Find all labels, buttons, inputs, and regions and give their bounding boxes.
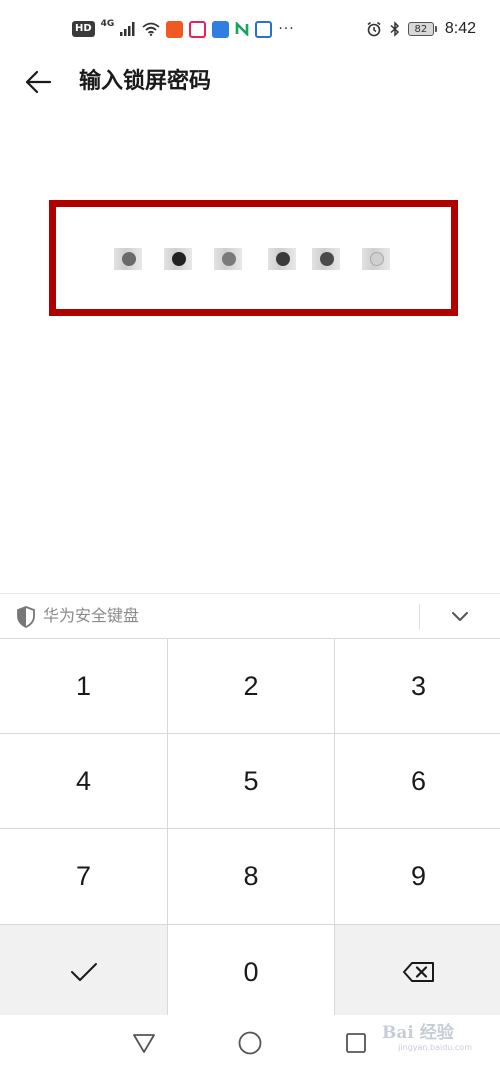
key-6[interactable]: 6 <box>335 734 500 828</box>
network-type: 4G <box>100 19 115 29</box>
check-icon <box>70 963 97 981</box>
status-right: 82 8:42 <box>366 19 476 39</box>
nav-home-button[interactable] <box>236 1029 264 1057</box>
app-icon-orange <box>166 20 184 38</box>
key-4[interactable]: 4 <box>0 734 167 828</box>
watermark-url: jingyan.baidu.com <box>398 1043 472 1052</box>
keyboard-title: 华为安全键盘 <box>43 606 140 625</box>
battery-tip <box>434 26 437 32</box>
system-nav-bar: Bai 经验 jingyan.baidu.com <box>0 1015 500 1069</box>
numeric-keypad: 1 2 3 4 5 6 7 8 9 0 <box>0 638 500 1019</box>
more-notifications: ··· <box>278 21 295 37</box>
nav-back-button[interactable] <box>130 1029 158 1057</box>
app-icon-red <box>189 20 207 38</box>
triangle-back-icon <box>133 1034 155 1053</box>
back-button[interactable] <box>20 64 56 100</box>
pin-dots <box>56 207 451 309</box>
key-5[interactable]: 5 <box>168 734 334 828</box>
app-header: 输入锁屏密码 <box>0 58 500 106</box>
app-icon-blue <box>212 20 230 38</box>
wifi-icon <box>142 22 160 36</box>
watermark-logo: Bai 经验 <box>382 1023 454 1043</box>
battery-level: 82 <box>407 22 434 36</box>
key-0[interactable]: 0 <box>168 925 334 1019</box>
key-2[interactable]: 2 <box>168 639 334 733</box>
bluetooth-icon <box>390 21 399 37</box>
keyboard-header: 华为安全键盘 <box>0 593 500 638</box>
keyboard-collapse-button[interactable] <box>446 602 474 630</box>
nav-recents-button[interactable] <box>342 1029 370 1057</box>
key-8[interactable]: 8 <box>168 829 334 924</box>
app-icon-green <box>236 22 249 36</box>
alarm-icon <box>367 21 381 37</box>
backspace-icon <box>402 962 434 982</box>
pin-dot-1 <box>114 247 142 271</box>
key-1[interactable]: 1 <box>0 639 167 733</box>
pin-dot-4 <box>268 247 296 271</box>
hd-badge: HD <box>72 21 95 37</box>
square-recents-icon <box>346 1033 366 1053</box>
circle-home-icon <box>238 1031 262 1055</box>
keyboard-header-divider <box>419 604 420 630</box>
watermark: Bai 经验 jingyan.baidu.com <box>382 1023 472 1063</box>
key-9[interactable]: 9 <box>335 829 500 924</box>
pin-dot-6 <box>362 247 390 271</box>
status-bar: HD 4G ··· 82 8:42 <box>0 0 500 58</box>
chevron-down-icon <box>452 612 468 621</box>
key-7[interactable]: 7 <box>0 829 167 924</box>
pin-dot-5 <box>312 247 340 271</box>
status-time: 8:42 <box>444 20 476 37</box>
key-3[interactable]: 3 <box>335 639 500 733</box>
confirm-key[interactable] <box>0 925 167 1019</box>
app-icon-blue-2 <box>255 20 273 38</box>
status-left: HD 4G ··· <box>72 19 295 39</box>
page-title: 输入锁屏密码 <box>79 69 212 94</box>
signal-icon <box>120 22 135 36</box>
battery-indicator: 82 <box>407 22 437 36</box>
shield-icon <box>17 606 35 628</box>
delete-key[interactable] <box>335 925 500 1019</box>
pin-dot-3 <box>214 247 242 271</box>
pin-dot-2 <box>164 247 192 271</box>
arrow-left-icon <box>25 70 52 94</box>
pin-entry-highlight <box>49 200 458 316</box>
